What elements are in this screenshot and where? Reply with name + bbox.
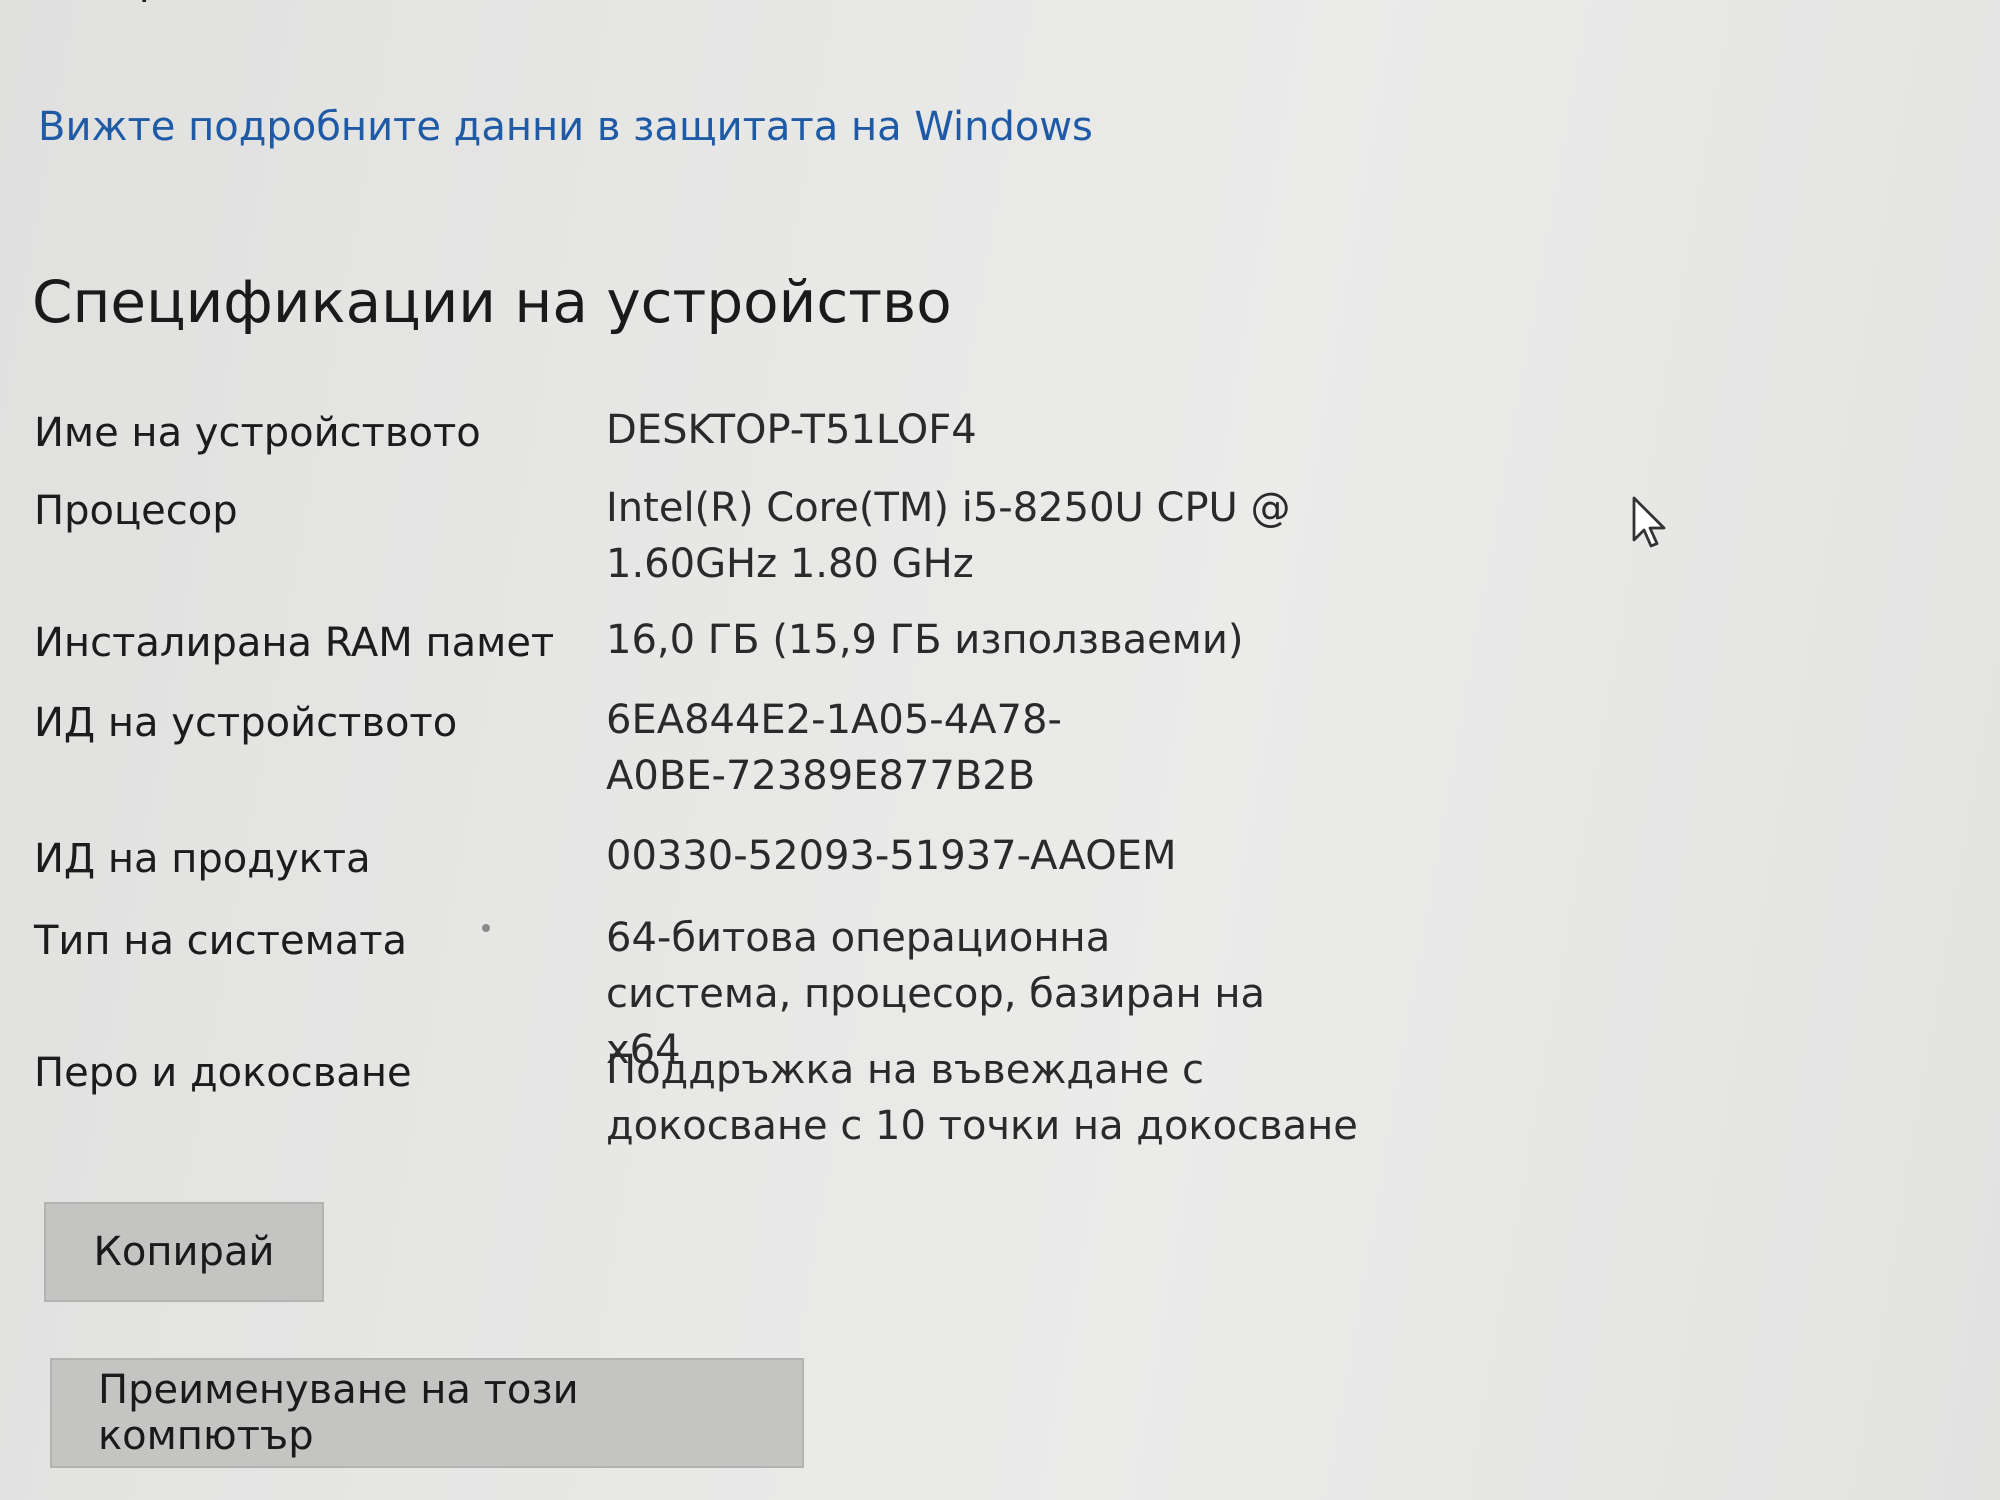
spec-value-device-id[interactable]: 6EA844E2-1A05-4A78-A0BE-72389E877B2B [606, 692, 1086, 804]
spec-label-processor: Процесор [34, 488, 238, 534]
spec-label-system-type: Тип на системата [34, 918, 408, 964]
windows-security-link[interactable]: Вижте подробните данни в защитата на Win… [38, 104, 1093, 150]
device-specifications-heading: Спецификации на устройство [32, 268, 952, 336]
screen-speck [482, 924, 490, 932]
spec-value-pen-touch[interactable]: Поддръжка на въвеждане с докосване с 10 … [606, 1042, 1426, 1154]
spec-value-ram[interactable]: 16,0 ГБ (15,9 ГБ използваеми) [606, 612, 1426, 668]
spec-value-product-id[interactable]: 00330-52093-51937-AAOEM [606, 828, 1426, 884]
spec-value-processor[interactable]: Intel(R) Core(TM) i5-8250U CPU @ 1.60GHz… [606, 480, 1306, 592]
truncated-status-text: защитен. [38, 0, 301, 8]
spec-label-pen-touch: Перо и докосване [34, 1050, 412, 1096]
spec-label-ram: Инсталирана RAM памет [34, 620, 555, 666]
copy-button[interactable]: Копирай [44, 1202, 324, 1302]
spec-value-device-name[interactable]: DESKTOP-T51LOF4 [606, 402, 1426, 458]
spec-label-device-id: ИД на устройството [34, 700, 458, 746]
rename-pc-button[interactable]: Преименуване на този компютър [50, 1358, 804, 1468]
spec-label-device-name: Име на устройството [34, 410, 481, 456]
spec-label-product-id: ИД на продукта [34, 836, 371, 882]
mouse-pointer-icon [1632, 496, 1666, 548]
